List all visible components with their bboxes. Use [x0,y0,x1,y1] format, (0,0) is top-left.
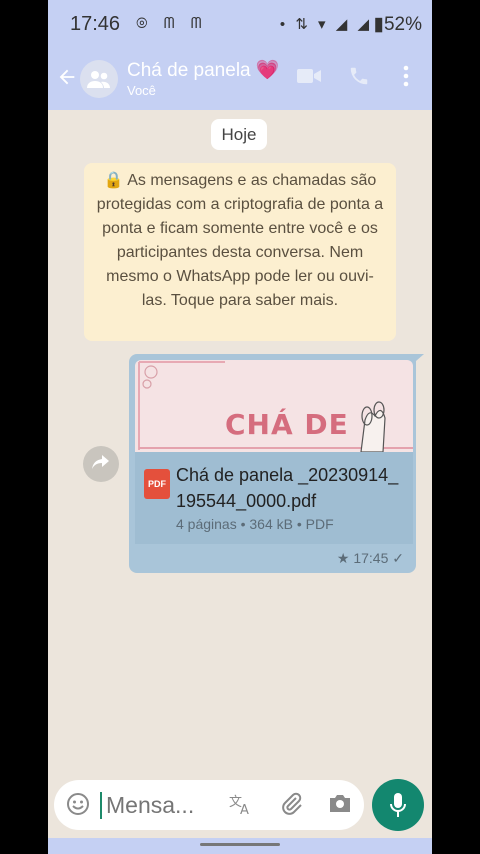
navigation-bar [48,838,432,854]
file-meta: 4 páginas • 364 kB • PDF [176,516,334,532]
text-cursor [100,792,102,819]
back-arrow-icon[interactable] [56,66,78,95]
notification-icons: ⊚ ᗰ ᗰ [136,15,208,32]
video-call-icon[interactable] [296,65,322,91]
attach-icon[interactable] [280,792,304,822]
phone-call-icon[interactable] [348,65,370,93]
message-time: ★ 17:45 ✓ [336,550,404,566]
forward-icon[interactable] [83,446,119,482]
chat-title[interactable]: Chá de panela 💗 [127,58,280,82]
microphone-icon [390,793,406,817]
home-gesture-pill[interactable] [200,843,280,846]
preview-title: CHÁ DE [225,408,349,441]
file-info[interactable]: PDF Chá de panela _20230914_195544_0000.… [135,452,413,544]
group-avatar[interactable] [80,60,118,98]
battery-indicator: ▮52% [373,14,422,35]
group-icon [87,71,110,88]
emoji-icon[interactable] [66,792,90,822]
encryption-notice[interactable]: 🔒 As mensagens e as chamadas são protegi… [84,163,396,341]
date-chip: Hoje [211,119,267,150]
pdf-message-bubble[interactable]: CHÁ DE PDF Chá de panela _20230914_19554… [129,354,416,573]
more-options-icon[interactable] [402,65,410,93]
svg-text:A: A [240,803,249,816]
pdf-preview[interactable]: CHÁ DE [135,360,413,452]
microphone-button[interactable] [372,779,424,831]
chat-header: Chá de panela 💗 Você [48,48,432,110]
whatsapp-screen: 17:46 ⊚ ᗰ ᗰ • ⇅ ▾ ◢ ◢ ▮52% Chá de panela… [48,0,432,854]
chat-subtitle: Você [127,83,156,98]
status-bar: 17:46 ⊚ ᗰ ᗰ • ⇅ ▾ ◢ ◢ ▮52% [48,0,432,48]
file-name: Chá de panela _20230914_195544_0000.pdf [176,465,399,511]
status-time: 17:46 [70,13,121,35]
signal-icons: • ⇅ ▾ ◢ ◢ [279,16,372,33]
pdf-file-icon: PDF [144,469,170,499]
message-input[interactable] [104,791,218,820]
message-input-bar: 文A [54,780,364,830]
camera-icon[interactable] [328,792,352,820]
translate-icon[interactable]: 文A [228,792,254,822]
